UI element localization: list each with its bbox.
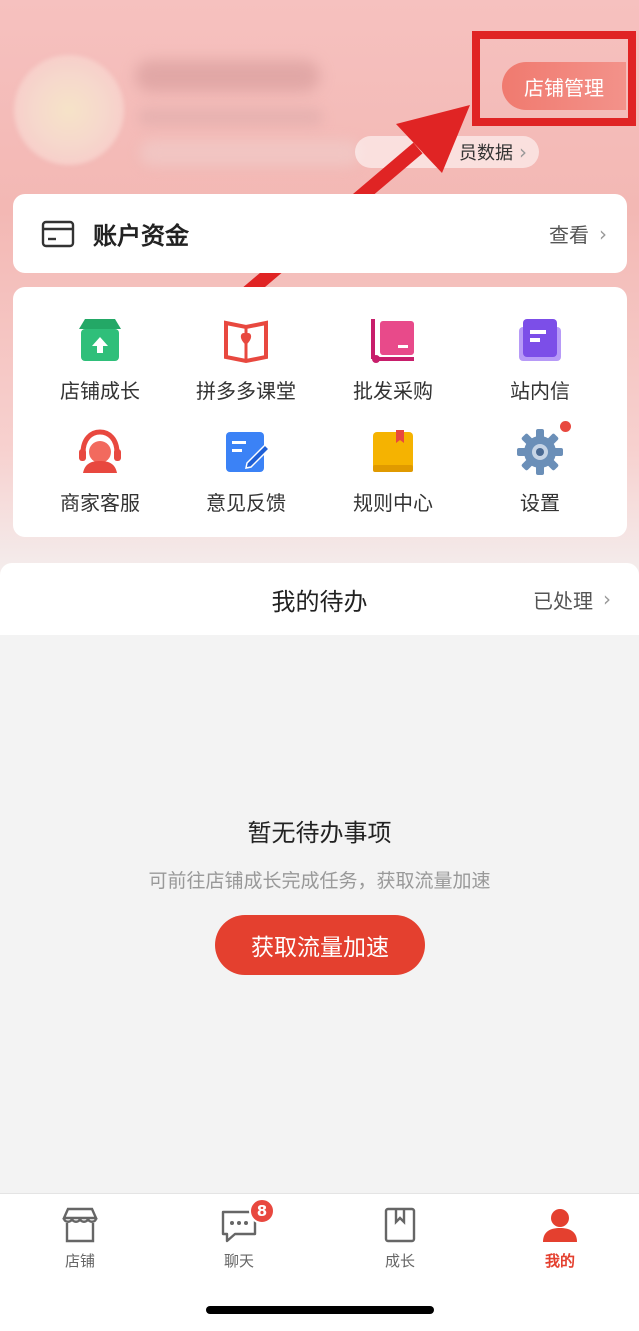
service-grid: 店铺成长 拼多多课堂 批发采购 站内信 商家客服 意见反馈 规则中心 设置 [13,287,627,537]
grid-item-label: 意见反馈 [206,491,286,515]
grid-item-feedback[interactable]: 意见反馈 [171,399,321,515]
bookmark-icon [380,1206,420,1244]
feedback-edit-icon [221,427,271,477]
processed-label: 已处理 [533,588,593,613]
store-growth-icon [75,315,125,365]
todo-header: 我的待办 已处理 › [0,563,639,635]
grid-item-label: 商家客服 [60,491,140,515]
processed-link[interactable]: 已处理 › [533,585,611,614]
chat-unread-badge: 8 [249,1198,275,1224]
notification-dot [560,421,571,432]
get-traffic-boost-button[interactable]: 获取流量加速 [215,915,425,975]
account-funds-card[interactable]: 账户资金 查看 › [13,194,627,273]
account-view-label: 查看 [549,223,589,247]
wholesale-icon [368,315,418,365]
grid-item-classroom[interactable]: 拼多多课堂 [171,287,321,403]
classroom-book-icon [221,315,271,365]
user-icon [540,1206,580,1244]
account-funds-label: 账户资金 [93,222,189,250]
chat-icon: 8 [219,1198,275,1244]
grid-item-inbox[interactable]: 站内信 [465,287,615,403]
grid-item-settings[interactable]: 设置 [465,399,615,515]
tab-label: 聊天 [223,1252,254,1270]
tab-growth[interactable]: 成长 [340,1206,460,1276]
chevron-right-icon: › [603,587,611,611]
message-icon [515,315,565,365]
tab-store[interactable]: 店铺 [20,1206,140,1276]
grid-item-store-growth[interactable]: 店铺成长 [25,287,175,403]
tab-label: 成长 [384,1252,415,1270]
customer-service-icon [75,427,125,477]
grid-item-customer-service[interactable]: 商家客服 [25,399,175,515]
rules-book-icon [368,427,418,477]
tab-label: 店铺 [64,1252,95,1270]
tab-mine[interactable]: 我的 [500,1206,620,1276]
grid-item-label: 规则中心 [353,491,433,515]
grid-item-rules[interactable]: 规则中心 [318,399,468,515]
grid-item-label: 设置 [520,491,560,515]
tab-chat[interactable]: 8 聊天 [179,1198,299,1276]
gear-icon [515,421,571,477]
chevron-right-icon: › [599,221,607,246]
empty-state-title: 暂无待办事项 [247,819,392,847]
home-indicator [206,1306,434,1314]
empty-state-subtitle: 可前往店铺成长完成任务，获取流量加速 [148,870,491,892]
grid-item-wholesale[interactable]: 批发采购 [318,287,468,403]
store-icon [60,1206,100,1244]
wallet-card-icon [41,220,75,247]
tab-label: 我的 [544,1252,575,1270]
